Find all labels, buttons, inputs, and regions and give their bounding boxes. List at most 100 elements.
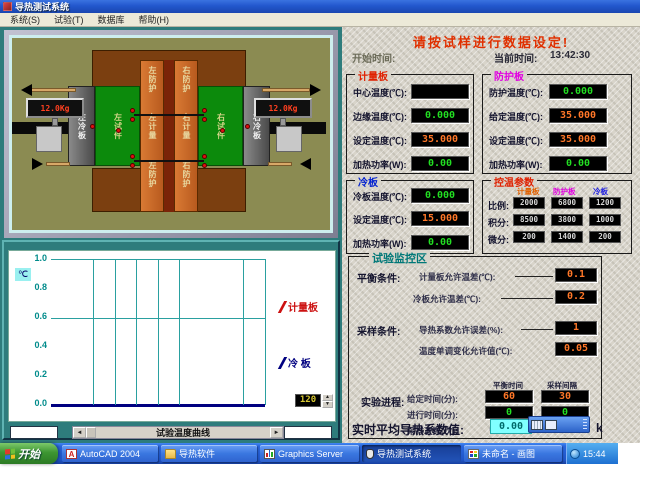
folder-icon [165, 449, 176, 459]
input-method-icon[interactable] [545, 420, 557, 430]
autocad-icon: A [66, 449, 77, 459]
x-window-value[interactable]: 120 [295, 394, 321, 407]
right-readout-box [284, 426, 332, 439]
tray-status-icon[interactable] [570, 449, 580, 459]
menu-help[interactable]: 帮助(H) [133, 13, 176, 26]
current-time-label: 当前时间: [494, 50, 537, 65]
field-label: 设定温度(℃): [489, 134, 543, 147]
chart-scrollbar[interactable]: ◄ 试验温度曲线 ► [72, 426, 284, 439]
pid-col-header: 防护板 [553, 186, 576, 197]
start-label: 开始 [18, 446, 40, 462]
taskbar: 开始 A AutoCAD 2004 导热软件 Graphics Server 导… [0, 443, 618, 464]
progress-label: 实验进程: [361, 394, 404, 409]
divider-line [134, 160, 204, 162]
value-display: 0.2 [555, 290, 597, 304]
value-display: 0.05 [555, 342, 597, 356]
divider-line [134, 114, 204, 116]
sensor-dot [130, 163, 135, 168]
field-label: 加热功率(W): [489, 158, 543, 171]
pid-cell: 200 [513, 231, 545, 243]
group-monitor-area: 试验监控区 平衡条件: 计量板允许温差(℃): 0.1 冷板允许温差(℃): 0… [348, 256, 602, 439]
sensor-dot [116, 128, 121, 133]
temperature-chart: 1.0 0.8 0.6 0.4 0.2 0.0 ℃ 计量板 [8, 250, 336, 422]
panel-header: 请按试样进行数据设定! [342, 32, 640, 51]
pid-col-header: 计量板 [517, 186, 540, 197]
left-specimen-label: 左试件 [114, 113, 122, 140]
pid-cell: 200 [589, 231, 621, 243]
chart-panel: 1.0 0.8 0.6 0.4 0.2 0.0 ℃ 计量板 [2, 240, 340, 440]
start-time-label: 开始时间: [352, 50, 395, 65]
sensor-dot [90, 124, 95, 129]
value-display: 35.000 [411, 132, 469, 147]
pid-col-header: 冷板 [593, 186, 608, 197]
gridline [136, 259, 137, 405]
sensor-dot [130, 117, 135, 122]
value-display: 0.1 [555, 268, 597, 282]
field-label: 设定温度(℃): [353, 134, 407, 147]
title-bar: 导热测试系统 [0, 0, 640, 13]
menu-database[interactable]: 数据库 [92, 13, 131, 26]
value-display: 15.000 [411, 211, 469, 226]
task-label: 导热测试系统 [377, 447, 431, 460]
right-guard-top-label: 右防护 [182, 66, 190, 93]
taskbar-item-folder[interactable]: 导热软件 [161, 445, 257, 462]
value-display: 60 [485, 390, 533, 403]
spin-down-button[interactable]: ▼ [322, 401, 333, 408]
language-bar[interactable] [528, 416, 590, 433]
start-button[interactable]: 开始 [0, 443, 58, 464]
field-label: 设定温度(℃): [353, 213, 407, 226]
pid-cell: 3800 [551, 214, 583, 226]
scroll-left-button[interactable]: ◄ [73, 427, 86, 438]
taskbar-item-graphics-server[interactable]: Graphics Server [260, 445, 359, 462]
pid-row-label: 微分: [488, 233, 509, 246]
windows-logo-icon [5, 448, 15, 459]
left-readout-box [10, 426, 58, 439]
value-display [411, 84, 469, 99]
taskbar-item-paint[interactable]: 未命名 - 画图 [464, 445, 562, 462]
task-label: 导热软件 [179, 447, 215, 460]
app-icon [3, 2, 12, 11]
sensor-dot [130, 154, 135, 159]
scrollbar-thumb[interactable] [86, 427, 96, 438]
gridline [265, 259, 266, 405]
left-top-tube [28, 88, 76, 92]
legend-line-icon [278, 301, 287, 313]
langbar-grip-icon[interactable] [583, 419, 587, 431]
group-title: 冷板 [355, 174, 381, 189]
pid-row-label: 比例: [488, 199, 509, 212]
keyboard-icon[interactable] [531, 420, 543, 430]
spin-up-button[interactable]: ▲ [322, 394, 333, 401]
taskbar-item-autocad[interactable]: A AutoCAD 2004 [62, 445, 158, 462]
field-label: 温度单调变化允许值(℃): [419, 345, 513, 357]
realtime-coefficient-unit: k [596, 421, 603, 435]
field-label: 冷板温度(℃): [353, 190, 407, 203]
y-tick: 0.2 [23, 369, 47, 379]
right-gauge-stand [280, 118, 286, 126]
field-label: 加热功率(W): [353, 237, 407, 250]
data-panel: 请按试样进行数据设定! 开始时间: 当前时间: 13:42:30 计量板 中心温… [342, 27, 640, 443]
field-label: 给定温度(℃): [489, 110, 543, 123]
field-label: 给定时间(分): [407, 393, 458, 405]
pid-cell: 1400 [551, 231, 583, 243]
group-guard-plate: 防护板 防护温度(℃): 0.000 给定温度(℃): 35.000 设定温度(… [482, 74, 632, 174]
sensor-dot [202, 117, 207, 122]
taskbar-item-thermal-test-system[interactable]: 导热测试系统 [362, 445, 461, 462]
apparatus-diagram-panel: 左冷板 左试件 左防护 左计量 左防护 右防护 右计量 右防护 右试件 [4, 30, 338, 238]
task-label: 未命名 - 画图 [482, 447, 535, 460]
value-display: 0.00 [549, 156, 607, 171]
chart-title: 试验温度曲线 [96, 426, 270, 439]
scroll-right-button[interactable]: ► [270, 427, 283, 438]
menu-test[interactable]: 试验(T) [48, 13, 90, 26]
left-guard-top-label: 左防护 [148, 66, 156, 93]
right-heater-column: 右防护 右计量 右防护 [174, 60, 198, 212]
task-label: AutoCAD 2004 [80, 449, 140, 459]
menu-system[interactable]: 系统(S) [4, 13, 46, 26]
sensor-dot [202, 154, 207, 159]
task-label: Graphics Server [278, 449, 343, 459]
legend-label: 冷 板 [288, 355, 311, 370]
sample-condition-label: 采样条件: [357, 323, 400, 338]
sensor-dot [220, 128, 225, 133]
right-gauge-value: 12.0Kg [269, 104, 298, 113]
sensor-dot [130, 108, 135, 113]
right-pedestal [276, 126, 302, 152]
